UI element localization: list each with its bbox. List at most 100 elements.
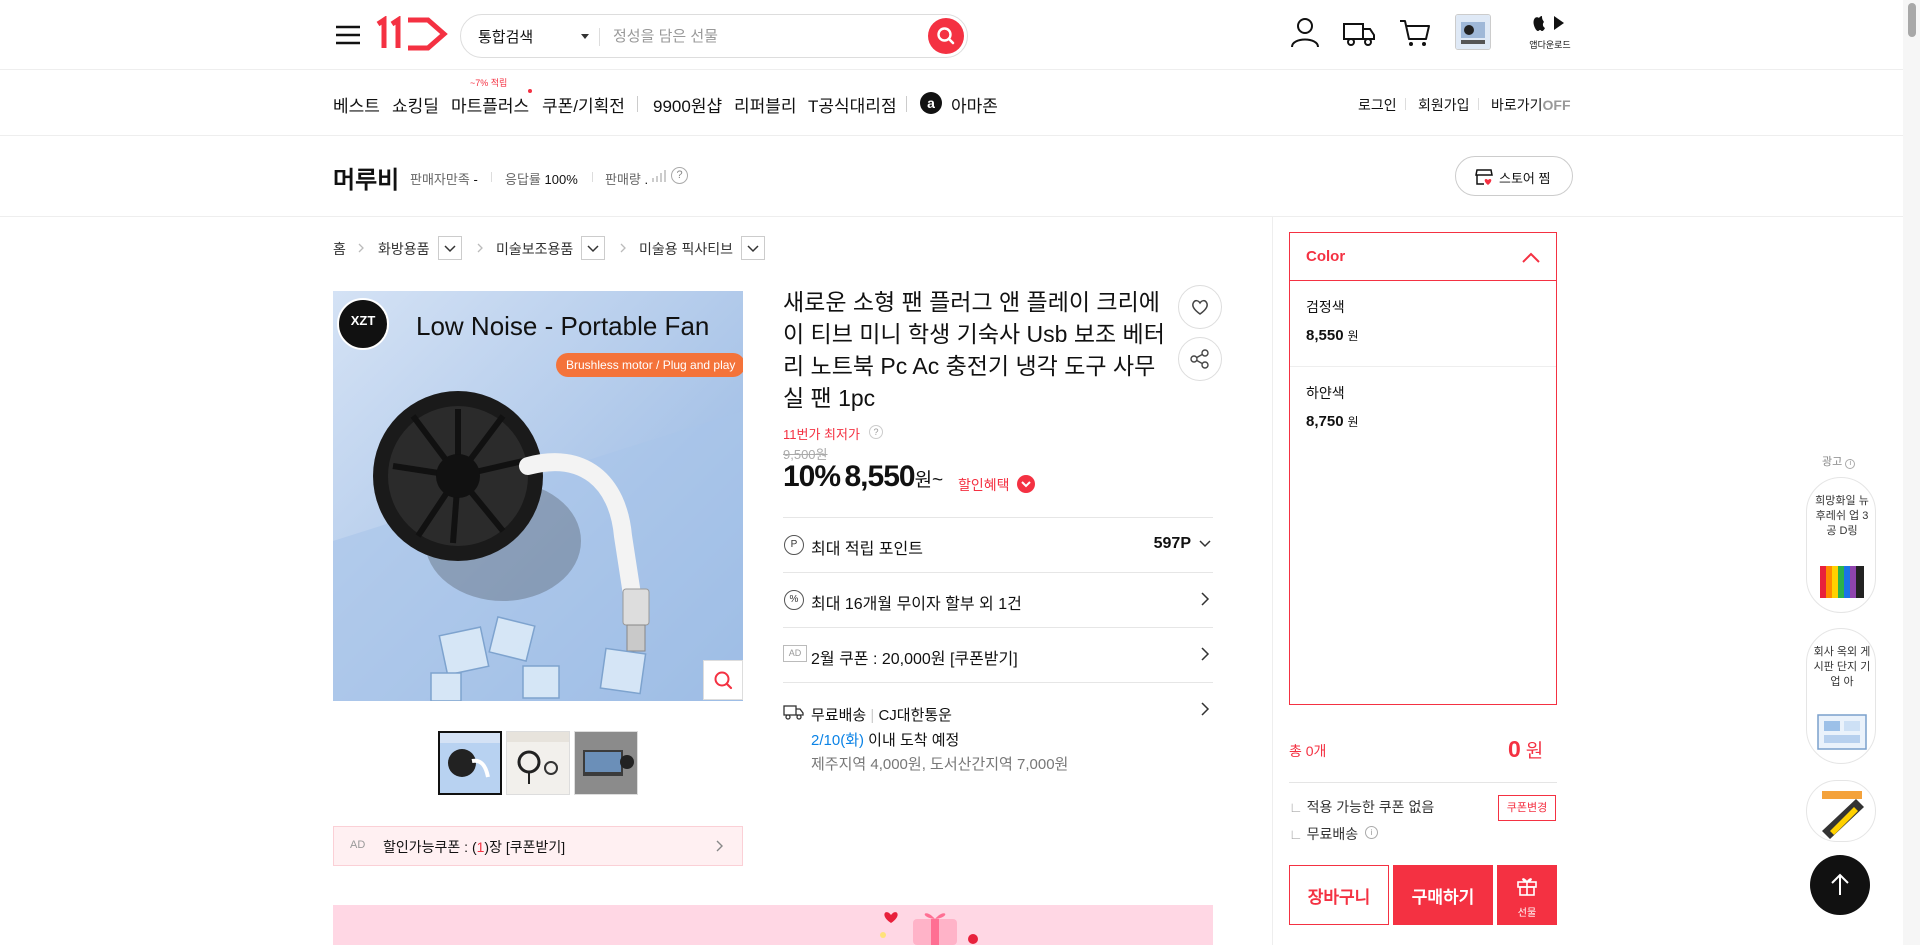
scrollbar[interactable] <box>1903 0 1920 945</box>
breadcrumb-dropdown[interactable] <box>438 236 462 260</box>
thumbnail[interactable] <box>438 731 502 795</box>
free-shipping-text: 무료배송 <box>1306 826 1359 842</box>
search-category[interactable]: 통합검색 <box>478 26 588 47</box>
search-icon <box>937 27 955 45</box>
ad-label-text: 광고 <box>1822 456 1843 468</box>
recent-product-thumbnail[interactable] <box>1455 14 1491 50</box>
thumbnail[interactable] <box>506 731 570 795</box>
chevron-right-icon <box>620 243 626 253</box>
option-price-value: 8,750 <box>1306 413 1344 430</box>
side-ad-card[interactable]: 회사 옥외 게시판 단지 기업 아 <box>1806 628 1876 764</box>
info-icon[interactable]: i <box>1365 826 1378 839</box>
response-value: 100% <box>544 172 578 187</box>
coupon-change-button[interactable]: 쿠폰변경 <box>1498 795 1556 821</box>
nav-item-refurbly[interactable]: 리퍼블리 <box>734 92 797 117</box>
menu-icon[interactable] <box>333 20 363 50</box>
nav-item-amazon[interactable]: 아마존 <box>951 92 998 117</box>
nav-item-coupon-exhibition[interactable]: 쿠폰/기획전 <box>542 92 625 117</box>
product-main-image[interactable]: XZT Low Noise - Portable Fan Brushless m… <box>333 291 743 701</box>
gift-button[interactable]: 선물 <box>1497 865 1557 925</box>
nav-item-best[interactable]: 베스트 <box>333 92 380 117</box>
amazon-icon[interactable]: a <box>920 92 942 114</box>
chevron-down-icon <box>1199 540 1211 548</box>
buy-now-button[interactable]: 구매하기 <box>1393 865 1493 925</box>
breadcrumb-home[interactable]: 홈 <box>333 239 346 259</box>
nav-item-t-official[interactable]: T공식대리점 <box>808 92 897 117</box>
nav-item-shocking-deal[interactable]: 쇼킹딜 <box>392 92 439 117</box>
breadcrumb-category-1[interactable]: 화방용품 <box>378 239 430 259</box>
app-download[interactable]: 앱다운로드 <box>1526 12 1574 56</box>
add-to-cart-button[interactable]: 장바구니 <box>1289 865 1389 925</box>
share-button[interactable] <box>1178 337 1222 381</box>
sale-price-row: 10% 8,550원~ <box>783 460 943 494</box>
divider <box>1405 98 1406 110</box>
delivery-truck-icon[interactable] <box>1341 14 1377 50</box>
scrollbar-thumb[interactable] <box>1908 3 1916 37</box>
installment-label: 최대 16개월 무이자 할부 외 1건 <box>811 596 1022 613</box>
wishlist-button[interactable] <box>1178 285 1222 329</box>
ad-tag: AD <box>783 645 807 662</box>
chevron-down-icon <box>444 245 456 253</box>
user-icon[interactable] <box>1287 14 1323 50</box>
chevron-down-icon <box>747 245 759 253</box>
shortcut-toggle[interactable]: 바로가기OFF <box>1491 95 1571 115</box>
shipping-type: 무료배송 <box>811 707 867 724</box>
divider <box>1478 98 1479 110</box>
gift-label: 선물 <box>1517 908 1537 919</box>
coupon-row[interactable]: AD 2월 쿠폰 : 20,000원 [쿠폰받기] <box>783 627 1213 682</box>
nav-item-9900-shop[interactable]: 9900원샵 <box>653 92 722 117</box>
thumbnail[interactable] <box>574 731 638 795</box>
shipping-carrier: CJ대한통운 <box>878 707 952 724</box>
chevron-right-icon <box>1201 702 1210 716</box>
login-link[interactable]: 로그인 <box>1358 95 1397 115</box>
search-bar: 통합검색 <box>460 14 968 58</box>
promo-banner[interactable] <box>333 905 1213 945</box>
option-price-unit: 원 <box>1347 415 1359 429</box>
cart-icon[interactable] <box>1397 14 1433 50</box>
breadcrumb-category-2[interactable]: 미술보조용품 <box>496 239 573 259</box>
search-button[interactable] <box>928 18 964 54</box>
option-item[interactable]: 하얀색 8,750 원 <box>1290 367 1556 453</box>
option-item[interactable]: 검정색 8,550 원 <box>1290 281 1556 367</box>
divider <box>592 172 593 182</box>
breadcrumb-dropdown[interactable] <box>741 236 765 260</box>
app-download-label: 앱다운로드 <box>1529 40 1571 50</box>
chevron-down-icon[interactable] <box>1017 475 1035 493</box>
points-row[interactable]: P 최대 적립 포인트 597P <box>783 517 1213 572</box>
discount-benefit-link[interactable]: 할인혜택 <box>958 475 1010 495</box>
zoom-button[interactable] <box>703 660 743 700</box>
total-price: 0원 <box>1508 736 1543 763</box>
side-ad-card[interactable] <box>1806 780 1876 842</box>
breadcrumb-dropdown[interactable] <box>581 236 605 260</box>
help-icon[interactable]: ? <box>869 425 883 439</box>
installment-row[interactable]: % 최대 16개월 무이자 할부 외 1건 <box>783 572 1213 627</box>
option-price-value: 8,550 <box>1306 327 1344 344</box>
store-favorite-button[interactable]: 스토어 찜 <box>1455 156 1573 196</box>
store-name[interactable]: 머루비 <box>333 160 399 195</box>
arrow-up-icon <box>1831 873 1849 895</box>
search-input[interactable] <box>613 23 913 49</box>
top-header: 통합검색 앱다운로드 <box>0 0 1920 70</box>
11st-logo[interactable] <box>376 16 448 52</box>
coupon-banner[interactable]: AD 할인가능쿠폰 : (1)장 [쿠폰받기] <box>333 826 743 866</box>
total-price-value: 0 <box>1508 736 1521 762</box>
scroll-to-top-button[interactable] <box>1810 855 1870 915</box>
signup-link[interactable]: 회원가입 <box>1418 95 1470 115</box>
breadcrumb-category-3[interactable]: 미술용 픽사티브 <box>639 239 733 259</box>
image-headline: Low Noise - Portable Fan <box>416 311 710 341</box>
sales-level-icon <box>652 170 666 182</box>
shortcut-state: OFF <box>1542 97 1571 113</box>
coupon-status-text: 적용 가능한 쿠폰 없음 <box>1306 799 1435 815</box>
zoom-icon <box>714 671 733 690</box>
option-header[interactable]: Color <box>1290 233 1556 281</box>
option-name: 하얀색 <box>1306 385 1345 401</box>
ad-label: AD <box>350 839 366 851</box>
chevron-down-icon[interactable] <box>581 34 589 39</box>
side-ad-card[interactable]: 희망화일 뉴 후레쉬 업 3공 D링 <box>1806 477 1876 613</box>
nav-item-mart-plus[interactable]: 마트플러스 <box>451 92 529 117</box>
divider <box>491 172 492 182</box>
nav-divider <box>637 96 638 112</box>
help-icon[interactable]: ? <box>671 167 688 184</box>
apple-play-icon <box>1533 16 1564 31</box>
coupon-text-pre: 할인가능쿠폰 : ( <box>383 839 477 855</box>
